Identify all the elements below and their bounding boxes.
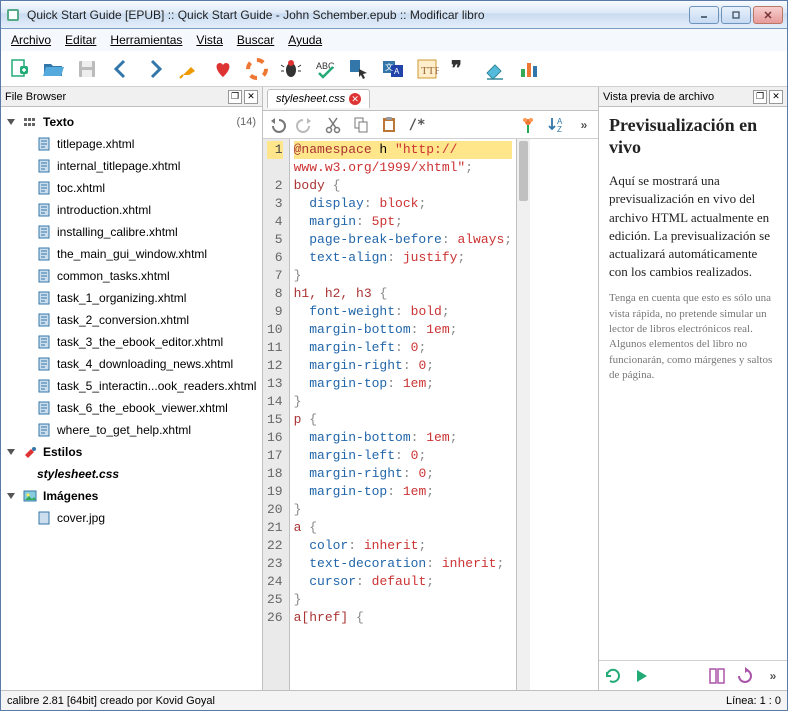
editor-toolbar: /* AZ » (263, 111, 598, 139)
quotes-icon[interactable]: ❞ (449, 57, 473, 81)
heart-icon[interactable] (211, 57, 235, 81)
svg-text:文: 文 (385, 62, 393, 72)
category-estilos[interactable]: Estilos (5, 441, 258, 463)
forward-icon[interactable] (143, 57, 167, 81)
svg-text:TTF: TTF (421, 65, 439, 77)
menubar: Archivo Editar Herramientas Vista Buscar… (1, 29, 787, 51)
category-imagenes[interactable]: Imágenes (5, 485, 258, 507)
editor-scrollbar[interactable] (516, 139, 530, 690)
file-item[interactable]: installing_calibre.xhtml (5, 221, 258, 243)
file-browser-panel: File Browser ❐ ✕ Texto (14) titlepage.xh… (1, 87, 263, 690)
file-item[interactable]: where_to_get_help.xhtml (5, 419, 258, 441)
window-title: Quick Start Guide [EPUB] :: Quick Start … (27, 8, 689, 22)
redo-icon[interactable] (295, 115, 315, 135)
preview-footer: » (599, 660, 787, 690)
panel-close-button[interactable]: ✕ (244, 90, 258, 104)
file-tree[interactable]: Texto (14) titlepage.xhtmlinternal_title… (1, 107, 262, 690)
file-browser-title: File Browser (5, 91, 66, 103)
app-icon (5, 7, 21, 23)
pin-icon[interactable] (177, 57, 201, 81)
preview-body: Aquí se mostrará una previsualización en… (609, 172, 777, 281)
file-item[interactable]: task_2_conversion.xhtml (5, 309, 258, 331)
main-toolbar: ABC 文A TTF ❞ (1, 51, 787, 87)
menu-herramientas[interactable]: Herramientas (104, 31, 188, 49)
file-item[interactable]: the_main_gui_window.xhtml (5, 243, 258, 265)
preview-float-button[interactable]: ❐ (753, 90, 767, 104)
menu-editar[interactable]: Editar (59, 31, 102, 49)
file-item[interactable]: titlepage.xhtml (5, 133, 258, 155)
category-texto[interactable]: Texto (14) (5, 111, 258, 133)
close-tab-icon[interactable]: ✕ (349, 93, 361, 105)
undo-icon[interactable] (267, 115, 287, 135)
menu-vista[interactable]: Vista (190, 31, 228, 49)
spellcheck-icon[interactable]: ABC (313, 57, 337, 81)
back-icon[interactable] (109, 57, 133, 81)
svg-text:A: A (394, 67, 400, 76)
save-icon[interactable] (75, 57, 99, 81)
sort-icon[interactable]: AZ (546, 115, 566, 135)
file-item[interactable]: task_4_downloading_news.xhtml (5, 353, 258, 375)
file-stylesheet[interactable]: stylesheet.css (5, 463, 258, 485)
comment-icon[interactable]: /* (407, 115, 427, 135)
file-item[interactable]: toc.xhtml (5, 177, 258, 199)
file-item[interactable]: task_3_the_ebook_editor.xhtml (5, 331, 258, 353)
preview-heading: Previsualización en vivo (609, 115, 777, 158)
code-editor[interactable]: 1234567891011121314151617181920212223242… (263, 139, 598, 690)
status-left: calibre 2.81 [64bit] creado por Kovid Go… (7, 695, 215, 707)
split-icon[interactable] (707, 666, 727, 686)
flower-icon[interactable] (518, 115, 538, 135)
editor-tabbar: stylesheet.css ✕ (263, 87, 598, 111)
preview-note: Tenga en cuenta que esto es sólo una vis… (609, 291, 777, 383)
play-icon[interactable] (631, 666, 651, 686)
menu-ayuda[interactable]: Ayuda (282, 31, 328, 49)
more-icon[interactable]: » (574, 115, 594, 135)
titlebar: Quick Start Guide [EPUB] :: Quick Start … (1, 1, 787, 29)
file-item[interactable]: common_tasks.xhtml (5, 265, 258, 287)
cut-icon[interactable] (323, 115, 343, 135)
font-icon[interactable]: TTF (415, 57, 439, 81)
eraser-icon[interactable] (483, 57, 507, 81)
editor-panel: stylesheet.css ✕ /* AZ » 123456789101112… (263, 87, 599, 690)
svg-text:❞: ❞ (451, 58, 462, 80)
close-button[interactable] (753, 6, 783, 24)
file-cover[interactable]: cover.jpg (5, 507, 258, 529)
copy-icon[interactable] (351, 115, 371, 135)
statusbar: calibre 2.81 [64bit] creado por Kovid Go… (1, 690, 787, 710)
preview-more-icon[interactable]: » (763, 666, 783, 686)
file-item[interactable]: introduction.xhtml (5, 199, 258, 221)
menu-archivo[interactable]: Archivo (5, 31, 57, 49)
open-icon[interactable] (41, 57, 65, 81)
menu-buscar[interactable]: Buscar (231, 31, 280, 49)
file-item[interactable]: internal_titlepage.xhtml (5, 155, 258, 177)
preview-panel: Vista previa de archivo ❐ ✕ Previsualiza… (599, 87, 787, 690)
refresh-icon[interactable] (603, 666, 623, 686)
file-item[interactable]: task_5_interactin...ook_readers.xhtml (5, 375, 258, 397)
new-file-icon[interactable] (7, 57, 31, 81)
reload-icon[interactable] (735, 666, 755, 686)
chart-icon[interactable] (517, 57, 541, 81)
paste-icon[interactable] (379, 115, 399, 135)
preview-title: Vista previa de archivo (603, 91, 714, 103)
file-item[interactable]: task_6_the_ebook_viewer.xhtml (5, 397, 258, 419)
file-item[interactable]: task_1_organizing.xhtml (5, 287, 258, 309)
minimize-button[interactable] (689, 6, 719, 24)
preview-close-button[interactable]: ✕ (769, 90, 783, 104)
bug-icon[interactable] (279, 57, 303, 81)
cursor-select-icon[interactable] (347, 57, 371, 81)
maximize-button[interactable] (721, 6, 751, 24)
panel-float-button[interactable]: ❐ (228, 90, 242, 104)
svg-text:Z: Z (557, 125, 562, 134)
lifebuoy-icon[interactable] (245, 57, 269, 81)
translate-icon[interactable]: 文A (381, 57, 405, 81)
status-right: Línea: 1 : 0 (726, 695, 781, 707)
editor-tab[interactable]: stylesheet.css ✕ (267, 89, 370, 108)
